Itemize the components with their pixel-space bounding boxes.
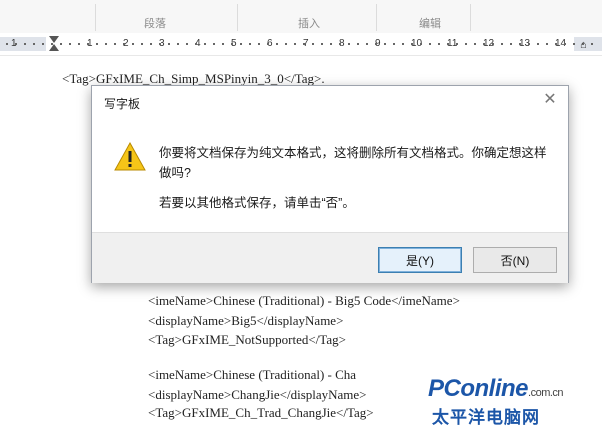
- ribbon-group-edit[interactable]: 编辑: [419, 15, 441, 31]
- document-line[interactable]: <displayName>ChangJie</displayName>: [148, 387, 367, 403]
- ruler-tick: [33, 43, 35, 45]
- watermark-domain: .com.cn: [528, 387, 564, 399]
- ruler-tick: [87, 43, 89, 45]
- ruler-tick: [402, 43, 404, 45]
- ruler-tick: [483, 43, 485, 45]
- ruler-tick: [429, 43, 431, 45]
- watermark-logo: PConline.com.cn: [428, 375, 564, 403]
- ruler-tick: [186, 43, 188, 45]
- ruler-tick: [564, 43, 566, 45]
- ruler-tick: [546, 43, 548, 45]
- ribbon-separator: [376, 4, 377, 31]
- ruler-tick: [474, 43, 476, 45]
- ruler-tick: [267, 43, 269, 45]
- dialog-title: 写字板: [104, 97, 141, 111]
- ruler-tick: [204, 43, 206, 45]
- ruler-tick: [96, 43, 98, 45]
- ruler-tick: [312, 43, 314, 45]
- first-line-indent-marker[interactable]: [49, 36, 59, 43]
- ruler-tick: [123, 43, 125, 45]
- ruler-tick: [366, 43, 368, 45]
- ruler-tick: [105, 43, 107, 45]
- ruler-tick: [555, 43, 557, 45]
- ruler-tick: [573, 43, 575, 45]
- ribbon-group-insert[interactable]: 插入: [298, 15, 320, 31]
- dialog-body: 你要将文档保存为纯文本格式，这将删除所有文档格式。你确定想这样做吗? 若要以其他…: [92, 116, 568, 232]
- yes-button[interactable]: 是(Y): [378, 247, 462, 273]
- ruler-tick: [6, 43, 8, 45]
- ruler-tick: [528, 43, 530, 45]
- ruler-tick: [114, 43, 116, 45]
- site-watermark: PConline.com.cn 太平洋电脑网: [428, 375, 598, 431]
- ribbon-group-paragraph[interactable]: 段落: [144, 15, 166, 31]
- ruler-tick: [222, 43, 224, 45]
- ruler-tick: [357, 43, 359, 45]
- ruler-tick: [465, 43, 467, 45]
- ruler-tick: [240, 43, 242, 45]
- ruler-tick: [447, 43, 449, 45]
- ruler-tick: [330, 43, 332, 45]
- ruler-tick: [591, 43, 593, 45]
- ruler-tick: [438, 43, 440, 45]
- document-line[interactable]: <imeName>Chinese (Traditional) - Big5 Co…: [148, 293, 460, 309]
- ribbon-bar: 段落 插入 编辑: [0, 0, 602, 34]
- ruler-tick: [501, 43, 503, 45]
- ruler-tick: [510, 43, 512, 45]
- warning-icon: [114, 141, 146, 176]
- hanging-indent-marker[interactable]: [49, 44, 59, 51]
- ruler-tick: [249, 43, 251, 45]
- document-line[interactable]: <Tag>GFxIME_Ch_Trad_ChangJie</Tag>: [148, 405, 374, 421]
- ruler-tick: [24, 43, 26, 45]
- ruler-tick: [42, 43, 44, 45]
- ribbon-separator: [95, 4, 96, 31]
- ruler-tick: [168, 43, 170, 45]
- ruler-tick: [69, 43, 71, 45]
- ruler-tick: [375, 43, 377, 45]
- dialog-message: 你要将文档保存为纯文本格式，这将删除所有文档格式。你确定想这样做吗?: [159, 146, 547, 180]
- document-line[interactable]: <imeName>Chinese (Traditional) - Cha: [148, 367, 356, 383]
- ruler-tick: [141, 43, 143, 45]
- ruler-tick: [456, 43, 458, 45]
- ruler-tick: [348, 43, 350, 45]
- ruler-tick: [177, 43, 179, 45]
- dialog-message-secondary: 若要以其他格式保存，请单击“否”。: [159, 196, 355, 210]
- dialog-footer: 是(Y) 否(N): [92, 232, 568, 283]
- ruler-tick: [303, 43, 305, 45]
- ruler-tick: [294, 43, 296, 45]
- ruler-tick: [132, 43, 134, 45]
- ruler-tick: [537, 43, 539, 45]
- ruler-tick: [159, 43, 161, 45]
- ruler-tick: [393, 43, 395, 45]
- watermark-chinese-name: 太平洋电脑网: [432, 408, 540, 427]
- ruler-tick: [420, 43, 422, 45]
- ribbon-separator: [237, 4, 238, 31]
- watermark-brand: PConline: [428, 375, 529, 402]
- ruler-tick: [258, 43, 260, 45]
- ruler-tick: [276, 43, 278, 45]
- ruler-tick: [339, 43, 341, 45]
- ruler-tick: [492, 43, 494, 45]
- ruler-tick: [60, 43, 62, 45]
- right-indent-marker[interactable]: ⌂: [580, 39, 587, 51]
- ruler-tick: [321, 43, 323, 45]
- ribbon-separator: [470, 4, 471, 31]
- ruler-tick: [519, 43, 521, 45]
- ruler-tick: [285, 43, 287, 45]
- ruler-tick: [231, 43, 233, 45]
- no-button[interactable]: 否(N): [473, 247, 557, 273]
- save-format-warning-dialog: 写字板 ✕ 你要将文档保存为纯文本格式，这将删除所有文档格式。你确定想这样做吗?…: [91, 85, 569, 283]
- document-line[interactable]: <displayName>Big5</displayName>: [148, 313, 343, 329]
- ruler-tick: [384, 43, 386, 45]
- ruler-tick: [15, 43, 17, 45]
- dialog-titlebar[interactable]: 写字板 ✕: [92, 86, 568, 116]
- close-icon[interactable]: ✕: [540, 90, 560, 110]
- ruler-tick: [150, 43, 152, 45]
- document-line[interactable]: <Tag>GFxIME_NotSupported</Tag>: [148, 332, 346, 348]
- ruler-scale: 1 1 2 3 4 5 6 7 8 9 10 11 12 13 14: [0, 37, 602, 51]
- ruler-tick: [213, 43, 215, 45]
- ruler-tick: [411, 43, 413, 45]
- ruler-tick: [78, 43, 80, 45]
- ruler[interactable]: 1 1 2 3 4 5 6 7 8 9 10 11 12 13 14 ⌂: [0, 33, 602, 56]
- ruler-tick: [195, 43, 197, 45]
